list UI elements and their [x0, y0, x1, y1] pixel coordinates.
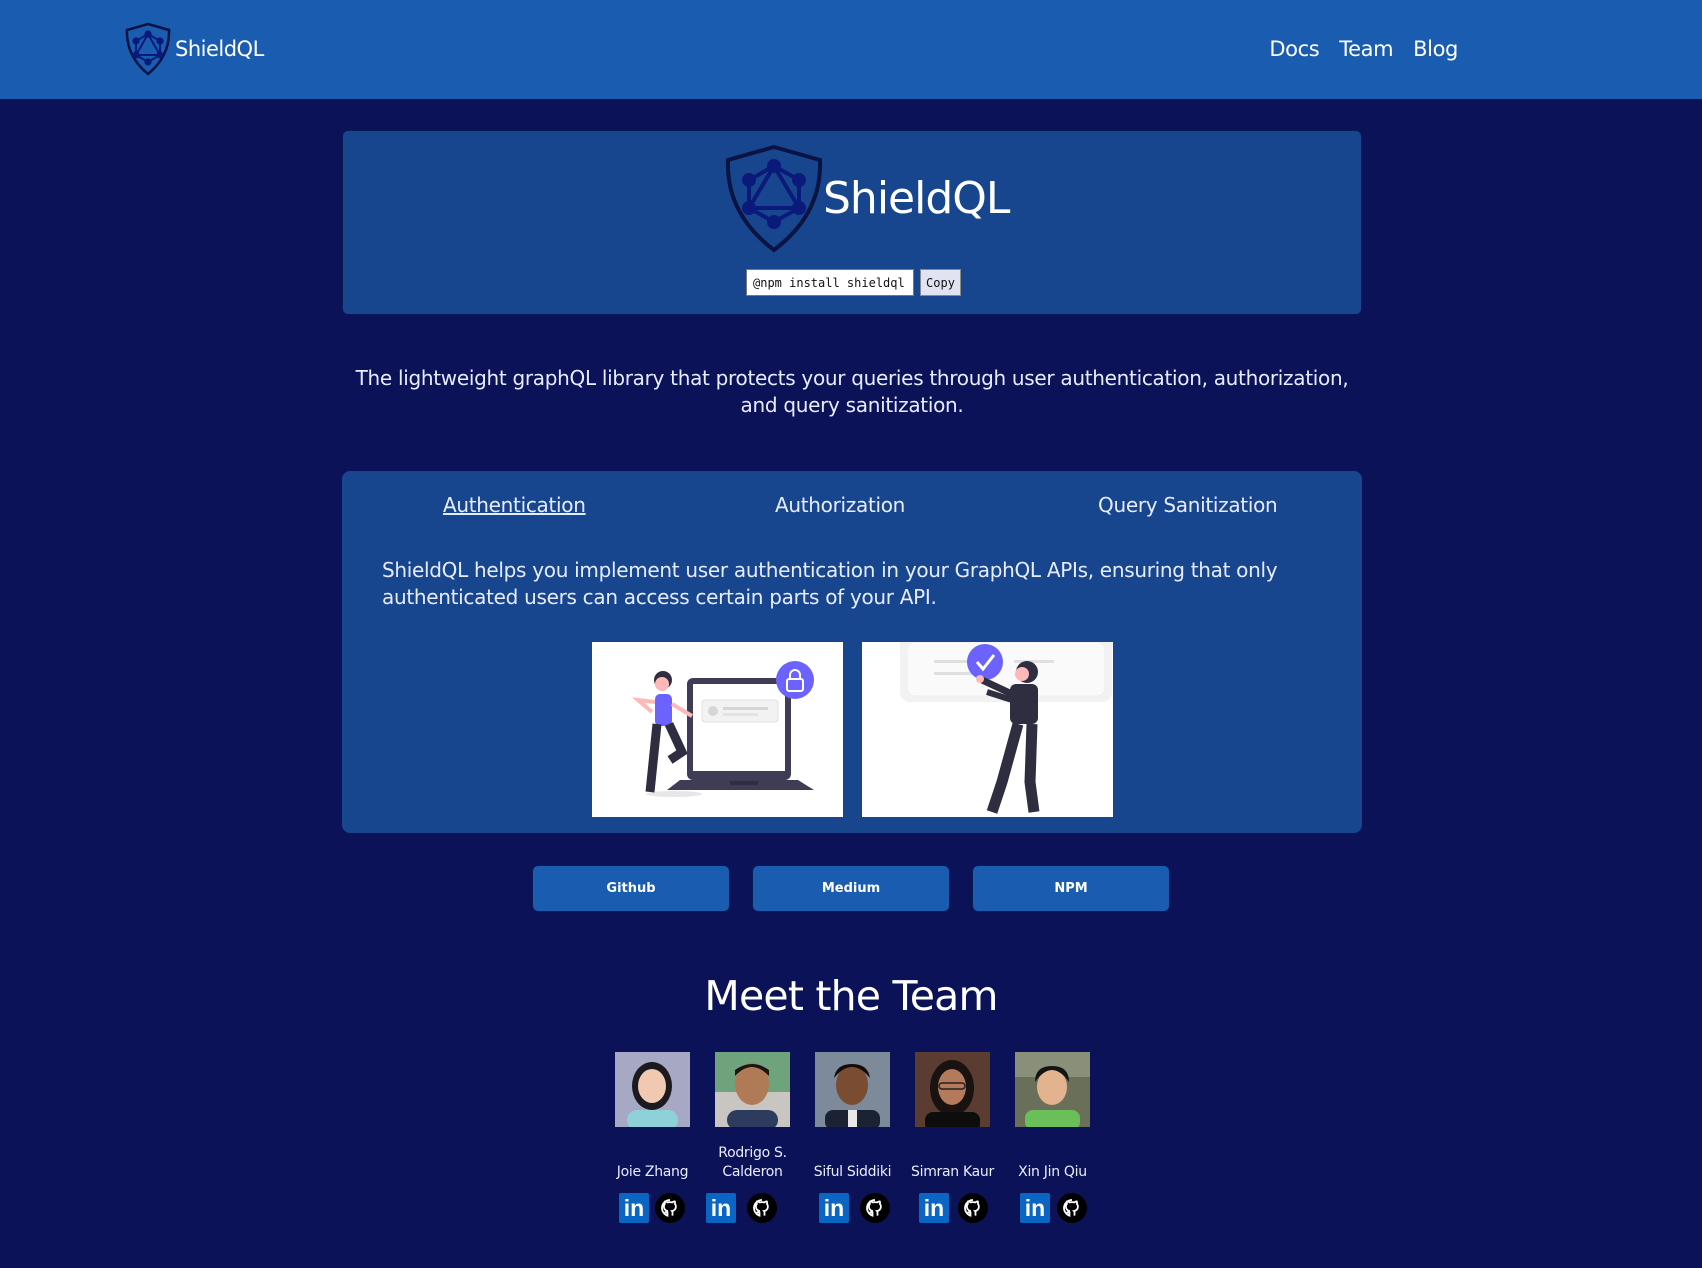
medium-button[interactable]: Medium: [752, 865, 950, 912]
member-name: Siful Siddiki: [813, 1164, 892, 1180]
main-nav: Docs Team Blog: [1269, 37, 1458, 61]
avatar: [1015, 1052, 1090, 1127]
brand-name: ShieldQL: [175, 37, 264, 61]
avatar: [915, 1052, 990, 1127]
tagline: The lightweight graphQL library that pro…: [355, 366, 1349, 417]
github-icon[interactable]: [958, 1193, 988, 1223]
hero-title: ShieldQL: [823, 173, 1010, 224]
install-snippet: @npm install shieldql Copy: [746, 269, 961, 296]
github-icon[interactable]: [860, 1193, 890, 1223]
tab-query-sanitization[interactable]: Query Sanitization: [1098, 493, 1278, 517]
top-navbar: ShieldQL Docs Team Blog: [0, 0, 1702, 99]
linkedin-icon[interactable]: in: [619, 1193, 649, 1223]
copy-button[interactable]: Copy: [920, 269, 961, 296]
avatar: [815, 1052, 890, 1127]
nav-link-team[interactable]: Team: [1339, 37, 1393, 61]
avatar: [615, 1052, 690, 1127]
nav-link-blog[interactable]: Blog: [1413, 37, 1458, 61]
linkedin-icon[interactable]: in: [706, 1193, 736, 1223]
features-panel: Authentication Authorization Query Sanit…: [342, 471, 1362, 833]
shield-logo-icon: [125, 22, 171, 76]
linkedin-icon[interactable]: in: [919, 1193, 949, 1223]
tab-authorization[interactable]: Authorization: [775, 493, 905, 517]
member-name: Rodrigo S. Calderon: [718, 1145, 787, 1180]
install-command[interactable]: @npm install shieldql: [746, 269, 914, 296]
hero-card: ShieldQL @npm install shieldql Copy: [342, 130, 1362, 315]
avatar: [715, 1052, 790, 1127]
github-button[interactable]: Github: [532, 865, 730, 912]
brand-link[interactable]: ShieldQL: [123, 22, 264, 76]
linkedin-icon[interactable]: in: [819, 1193, 849, 1223]
shield-logo-icon: [725, 144, 823, 253]
member-name: Simran Kaur: [911, 1164, 994, 1180]
npm-button[interactable]: NPM: [972, 865, 1170, 912]
tab-authentication[interactable]: Authentication: [443, 493, 586, 517]
nav-link-docs[interactable]: Docs: [1269, 37, 1319, 61]
authentication-illustration: [592, 642, 843, 817]
member-name: Joie Zhang: [616, 1164, 689, 1180]
github-icon[interactable]: [747, 1193, 777, 1223]
github-icon[interactable]: [1057, 1193, 1087, 1223]
feature-description: ShieldQL helps you implement user authen…: [382, 558, 1278, 609]
team-heading: Meet the Team: [704, 972, 998, 1020]
github-icon[interactable]: [655, 1193, 685, 1223]
member-name: Xin Jin Qiu: [1018, 1164, 1087, 1180]
authorization-illustration: [862, 642, 1113, 817]
linkedin-icon[interactable]: in: [1020, 1193, 1050, 1223]
